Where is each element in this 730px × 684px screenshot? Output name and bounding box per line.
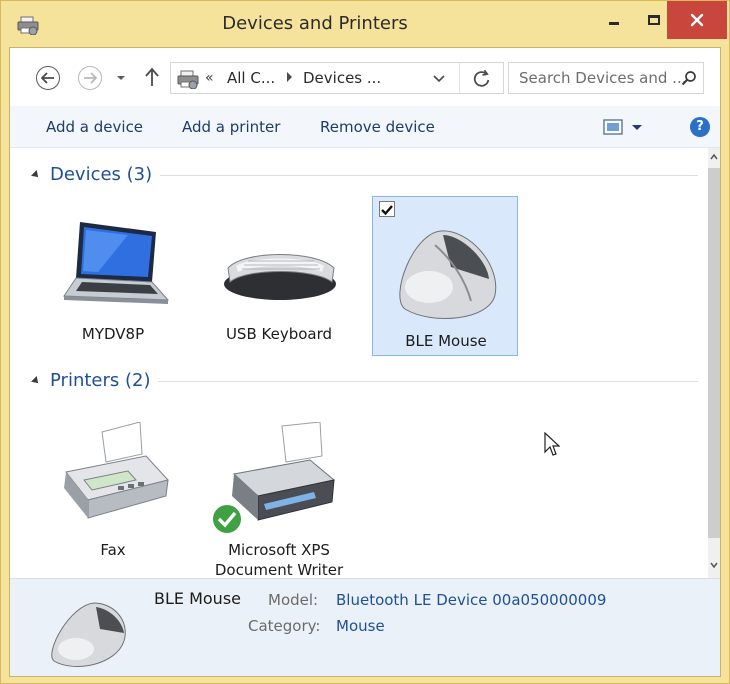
back-arrow-icon	[41, 72, 54, 84]
device-label-ble-mouse: BLE Mouse	[405, 332, 487, 350]
keyboard-icon	[224, 254, 336, 300]
search-icon[interactable]	[681, 70, 697, 86]
group-divider	[160, 175, 698, 176]
details-pane: BLE Mouse Model: Bluetooth LE Device 00a…	[10, 578, 720, 676]
details-model-value: Bluetooth LE Device 00a050000009	[336, 591, 607, 609]
device-tile-usb-keyboard[interactable]: USB Keyboard	[206, 198, 352, 358]
details-model-label: Model:	[268, 591, 319, 609]
printer-label-xps-line1: Microsoft XPS	[228, 541, 330, 559]
laptop-icon	[63, 222, 170, 304]
selected-checkbox[interactable]	[379, 201, 395, 217]
details-category-value: Mouse	[336, 617, 385, 635]
group-label-printers: Printers (2)	[50, 370, 151, 391]
add-printer-button[interactable]: Add a printer	[182, 106, 280, 148]
device-label-usb-keyboard: USB Keyboard	[225, 325, 333, 343]
mouse-icon	[51, 602, 126, 668]
search-box[interactable]: Search Devices and ...	[508, 62, 704, 94]
address-dropdown-chevron-down-icon[interactable]	[427, 63, 451, 93]
explorer-client: « All C... Devices ... Search Devices an…	[9, 47, 721, 677]
scroll-down-chevron-down-icon[interactable]	[708, 556, 720, 574]
device-tile-mydv8p[interactable]: MYDV8P	[40, 198, 186, 358]
device-label-mydv8p: MYDV8P	[81, 325, 145, 343]
scroll-up-chevron-up-icon[interactable]	[708, 148, 720, 166]
address-bar[interactable]: « All C... Devices ...	[170, 62, 504, 94]
group-header-printers[interactable]: Printers (2)	[10, 368, 708, 394]
vertical-scrollbar[interactable]	[708, 148, 720, 578]
maximize-button[interactable]	[637, 1, 671, 39]
refresh-icon[interactable]	[459, 63, 503, 93]
window-title: Devices and Printers	[222, 13, 408, 34]
device-tile-ble-mouse[interactable]: BLE Mouse	[372, 196, 518, 356]
mouse-icon	[399, 230, 497, 319]
minimize-icon	[609, 21, 619, 25]
collapse-triangle-icon[interactable]	[31, 376, 41, 386]
breadcrumb-devices-and-printers[interactable]: Devices ...	[303, 63, 381, 93]
printer-label-xps-line2: Document Writer	[214, 561, 344, 578]
change-view-icon[interactable]	[602, 118, 650, 136]
group-label-devices: Devices (3)	[50, 164, 153, 185]
details-device-name: BLE Mouse	[154, 589, 241, 608]
details-category-label: Category:	[248, 617, 321, 635]
address-overflow-button[interactable]: «	[205, 63, 214, 93]
fax-icon	[64, 422, 169, 519]
add-device-button[interactable]: Add a device	[46, 106, 143, 148]
up-arrow-icon[interactable]	[142, 64, 162, 90]
collapse-triangle-icon[interactable]	[31, 170, 41, 180]
remove-device-button[interactable]: Remove device	[320, 106, 435, 148]
printer-tile-fax[interactable]: Fax	[40, 410, 186, 570]
forward-arrow-icon	[84, 72, 97, 84]
close-icon	[690, 13, 704, 27]
printer-tile-microsoft-xps-document-writer[interactable]: Microsoft XPS Document Writer	[206, 410, 352, 578]
back-button[interactable]	[36, 66, 60, 90]
scrollbar-thumb[interactable]	[708, 168, 720, 538]
checkmark-icon	[381, 205, 393, 216]
command-bar: Add a device Add a printer Remove device…	[10, 106, 720, 148]
help-icon[interactable]: ?	[690, 117, 710, 137]
printer-label-fax: Fax	[100, 541, 126, 559]
forward-button[interactable]	[78, 66, 102, 90]
minimize-button[interactable]	[597, 1, 631, 39]
breadcrumb-all-control-panel[interactable]: All C...	[227, 63, 275, 93]
group-divider	[158, 381, 698, 382]
mouse-pointer-icon	[544, 432, 560, 456]
close-button[interactable]	[667, 1, 727, 39]
search-input[interactable]: Search Devices and ...	[519, 63, 686, 93]
breadcrumb-separator-icon[interactable]	[287, 72, 292, 82]
default-printer-check-icon	[211, 503, 243, 535]
devices-printers-icon	[177, 70, 199, 89]
maximize-icon	[648, 15, 660, 25]
devices-and-printers-window: Devices and Printers « All C... Devices …	[0, 0, 730, 684]
title-bar[interactable]: Devices and Printers	[1, 1, 729, 47]
recent-locations-chevron-down-icon[interactable]	[114, 66, 128, 90]
group-header-devices[interactable]: Devices (3)	[10, 162, 708, 188]
navigation-bar: « All C... Devices ... Search Devices an…	[10, 48, 720, 106]
device-list[interactable]: Devices (3) MYDV8P USB Keyboard BLE Mous…	[10, 148, 708, 578]
